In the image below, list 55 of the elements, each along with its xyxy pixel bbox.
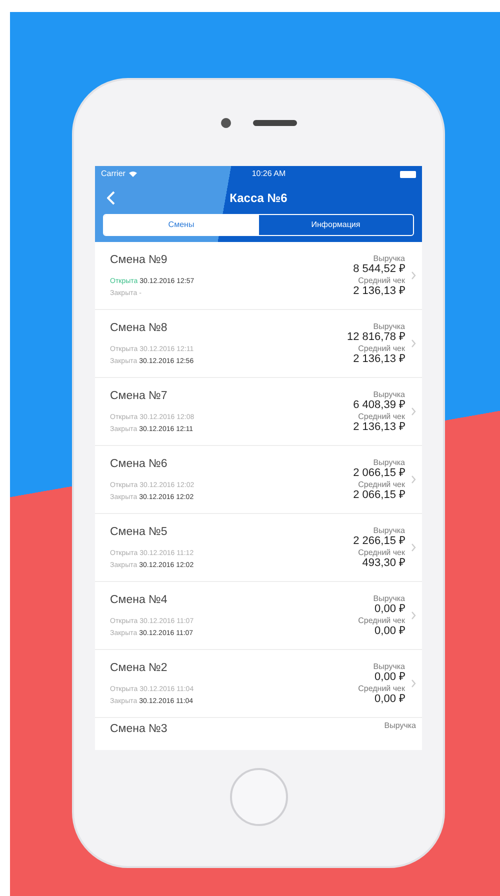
shift-title: Смена №6 [110, 456, 168, 472]
chevron-right-icon [411, 543, 416, 552]
average-check-label: Средний чек [358, 684, 405, 693]
chevron-right-icon [411, 611, 416, 620]
camera-icon [220, 118, 230, 128]
speaker-icon [252, 120, 296, 126]
average-check-value: 0,00 ₽ [374, 692, 405, 706]
revenue-label: Выручка [373, 662, 405, 671]
average-check-value: 0,00 ₽ [374, 624, 405, 638]
revenue-value: 2 066,15 ₽ [353, 466, 405, 480]
shift-title: Смена №2 [110, 660, 168, 676]
shift-title: Смена №5 [110, 524, 168, 540]
segment-tab[interactable]: Информация [258, 215, 413, 235]
revenue-label: Выручка [373, 390, 405, 399]
chevron-right-icon [411, 339, 416, 348]
back-chevron-icon[interactable] [107, 191, 115, 205]
average-check-value: 493,30 ₽ [362, 556, 405, 570]
chevron-right-icon [411, 407, 416, 416]
average-check-label: Средний чек [358, 616, 405, 625]
shift-title: Смена №3 [110, 722, 168, 737]
average-check-label: Средний чек [358, 276, 405, 285]
average-check-value: 2 136,13 ₽ [353, 420, 405, 434]
shift-title: Смена №8 [110, 320, 168, 336]
chevron-right-icon [411, 271, 416, 280]
average-check-label: Средний чек [358, 412, 405, 421]
segment-tab[interactable]: Смены [104, 215, 258, 235]
revenue-label: Выручка [384, 721, 416, 730]
screen-title: Касса №6 [230, 190, 288, 206]
average-check-value: 2 136,13 ₽ [353, 284, 405, 298]
shift-row[interactable]: Смена №3 Выручка [95, 718, 422, 746]
revenue-label: Выручка [373, 526, 405, 535]
average-check-value: 2 136,13 ₽ [353, 352, 405, 366]
average-check-label: Средний чек [358, 344, 405, 353]
wifi-icon [129, 171, 138, 177]
revenue-label: Выручка [373, 254, 405, 263]
carrier-label: Carrier [101, 168, 126, 180]
revenue-label: Выручка [373, 594, 405, 603]
revenue-value: 0,00 ₽ [374, 670, 405, 684]
battery-icon [400, 170, 416, 178]
shift-title: Смена №7 [110, 388, 168, 404]
chevron-right-icon [411, 679, 416, 688]
revenue-value: 8 544,52 ₽ [353, 262, 405, 276]
chevron-right-icon [411, 475, 416, 484]
revenue-value: 2 266,15 ₽ [353, 534, 405, 548]
revenue-value: 12 816,78 ₽ [347, 330, 405, 344]
revenue-value: 0,00 ₽ [374, 602, 405, 616]
average-check-label: Средний чек [358, 480, 405, 489]
average-check-value: 2 066,15 ₽ [353, 488, 405, 502]
shift-title: Смена №4 [110, 592, 168, 608]
shift-title: Смена №9 [110, 252, 168, 268]
revenue-label: Выручка [373, 322, 405, 331]
revenue-label: Выручка [373, 458, 405, 467]
revenue-value: 6 408,39 ₽ [353, 398, 405, 412]
status-time: 10:26 AM [252, 168, 286, 180]
average-check-label: Средний чек [358, 548, 405, 557]
